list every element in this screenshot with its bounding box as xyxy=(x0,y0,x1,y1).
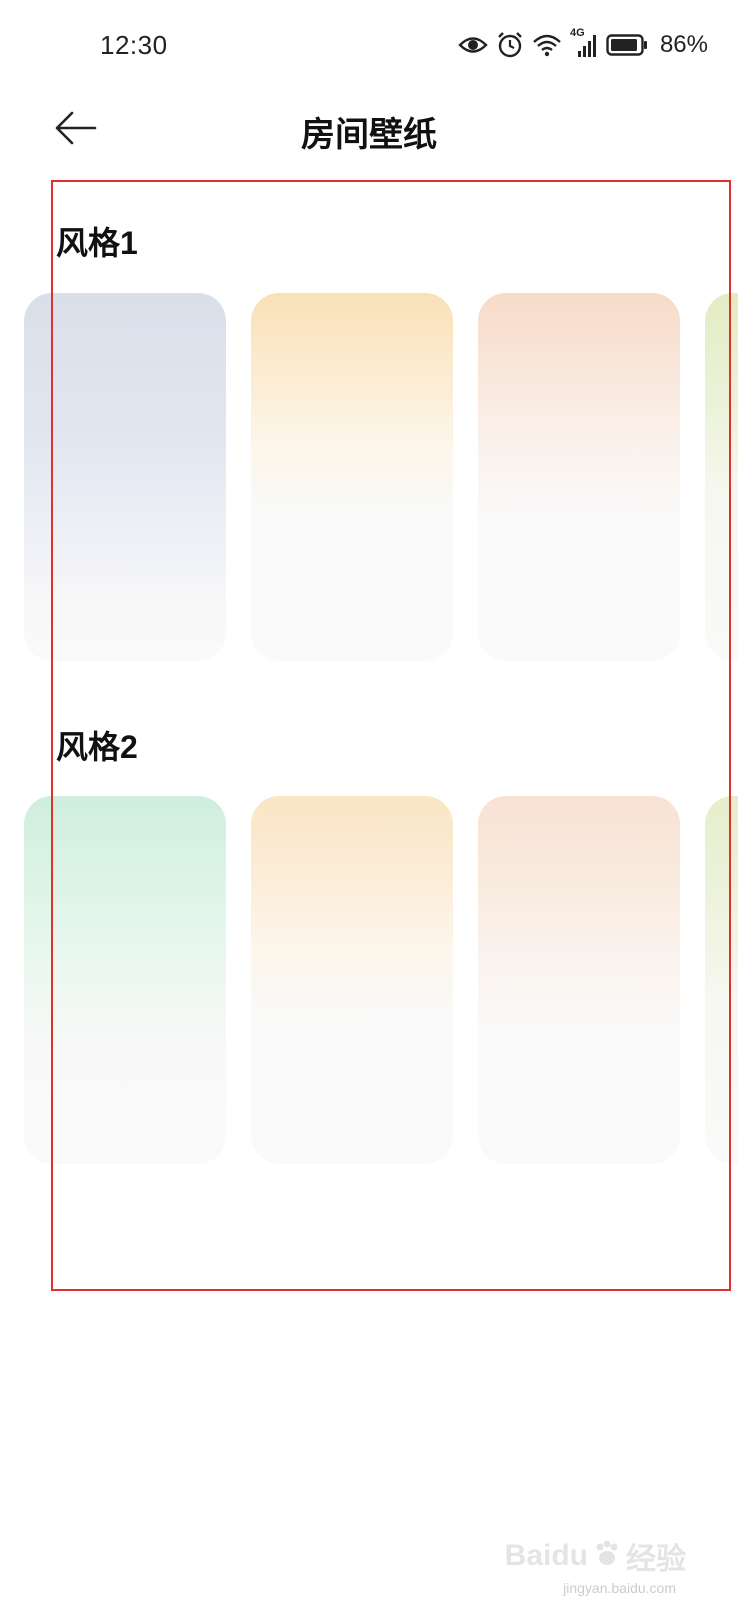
paw-icon xyxy=(592,1539,622,1574)
wallpaper-strip-style-1[interactable] xyxy=(0,293,738,663)
watermark-brand-cn: 经验 xyxy=(626,1543,686,1576)
wallpaper-strip-style-2[interactable] xyxy=(0,796,738,1166)
wifi-icon xyxy=(532,33,562,57)
wallpaper-card[interactable] xyxy=(251,796,453,1164)
watermark-brand: Baidu xyxy=(504,1539,588,1572)
cellular-signal-icon: 4G xyxy=(570,27,598,59)
watermark-domain: jingyan.baidu.com xyxy=(563,1580,676,1596)
header: 房间壁纸 xyxy=(0,95,738,165)
watermark: Baidu 经验 xyxy=(505,1534,686,1578)
battery-percent: 86% xyxy=(659,31,708,58)
wallpaper-card[interactable] xyxy=(478,293,680,661)
wallpaper-card[interactable] xyxy=(251,293,453,661)
eye-icon xyxy=(458,34,488,56)
section-title-style-2: 风格2 xyxy=(56,729,138,765)
wallpaper-card[interactable] xyxy=(705,796,738,1164)
alarm-icon xyxy=(496,31,524,59)
status-time: 12:30 xyxy=(100,30,168,60)
wallpaper-card[interactable] xyxy=(705,293,738,661)
status-bar: 12:30 4G 86% xyxy=(0,0,738,90)
battery-icon xyxy=(606,33,648,57)
wallpaper-card[interactable] xyxy=(24,293,226,661)
status-icons: 4G 86% xyxy=(458,27,708,62)
section-title-style-1: 风格1 xyxy=(56,225,138,261)
wallpaper-card[interactable] xyxy=(478,796,680,1164)
network-type-label: 4G xyxy=(569,27,585,39)
wallpaper-card[interactable] xyxy=(24,796,226,1164)
page-title: 房间壁纸 xyxy=(301,116,437,154)
